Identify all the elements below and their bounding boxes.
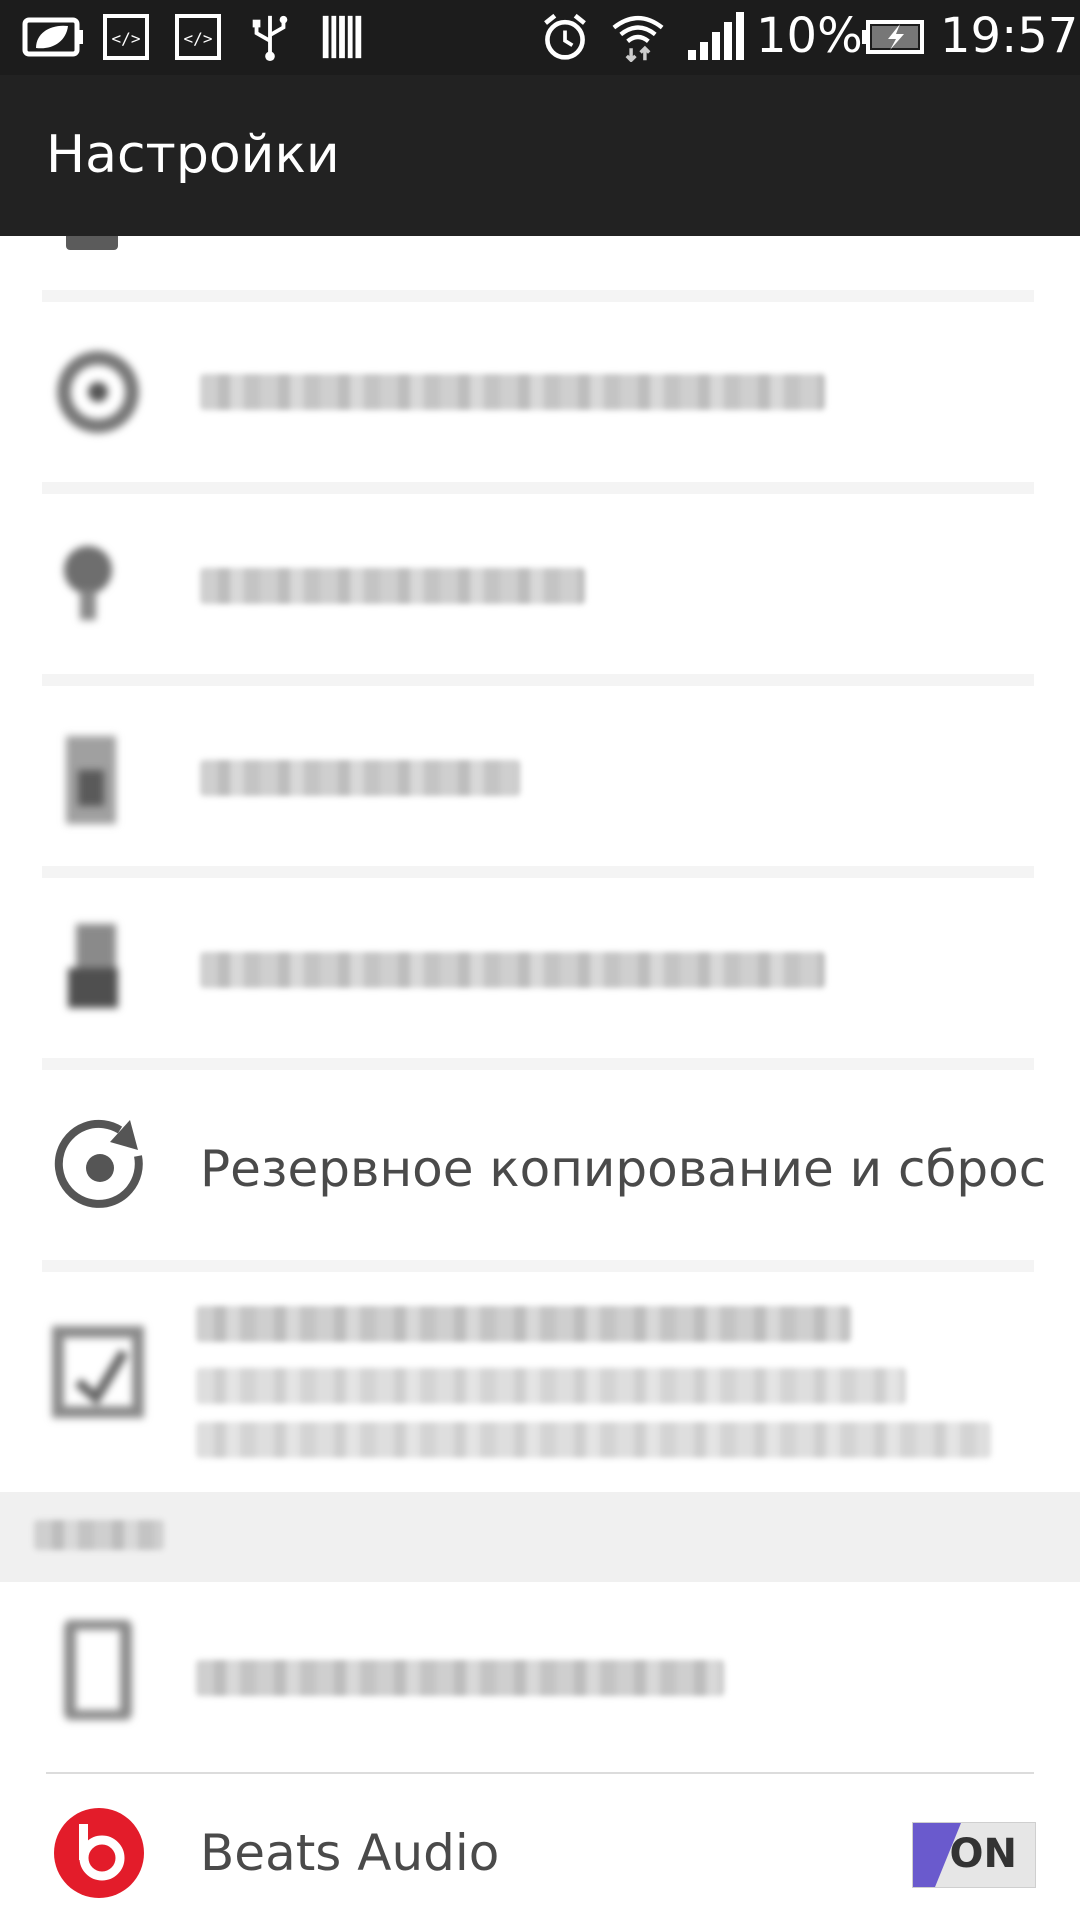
divider [42,674,1034,686]
clock-time: 19:57 [940,8,1079,64]
list-item[interactable] [0,1582,1080,1768]
section-header [0,1492,1080,1582]
code-icon: </> [175,14,221,60]
svg-text:</>: </> [112,29,141,48]
beats-audio-label: Beats Audio [200,1824,500,1882]
blurred-location-icon [64,546,112,620]
blurred-settings-icon [57,351,139,433]
beats-audio-item[interactable]: Beats Audio ON [0,1774,1080,1920]
blurred-lock-icon [66,736,116,824]
toggle-state-label: ON [949,1831,1017,1877]
beats-audio-toggle[interactable]: ON [912,1822,1036,1888]
usb-icon [252,15,288,62]
backup-reset-label: Резервное копирование и сброс [200,1140,1047,1198]
settings-list[interactable]: Резервное копирование и сброс Beats Audi… [0,236,1080,1920]
blurred-text [196,1368,906,1404]
battery-percent: 10% [756,8,863,64]
blurred-text [196,1660,724,1696]
blurred-phone-icon [64,1620,132,1720]
divider [42,1058,1034,1070]
status-bar: </> </> 10% 19:57 [0,0,1080,75]
svg-text:</>: </> [184,29,213,48]
leaf-battery-saver-icon [22,17,83,57]
list-item[interactable] [0,494,1080,674]
blurred-text [196,1422,991,1458]
list-item[interactable] [0,686,1080,866]
list-item[interactable] [0,878,1080,1058]
blurred-text [200,952,825,988]
battery-charging-icon [862,20,924,54]
alarm-icon [544,13,586,60]
blurred-accessibility-icon [68,924,118,1008]
backup-reset-icon [54,1119,143,1208]
divider [42,866,1034,878]
blurred-text [200,760,520,796]
code-icon: </> [103,14,149,60]
barcode-icon [322,15,362,59]
blurred-text [200,374,825,410]
action-bar: Настройки [0,75,1080,236]
backup-reset-item[interactable]: Резервное копирование и сброс [0,1070,1080,1260]
divider [42,482,1034,494]
list-item[interactable] [0,302,1080,482]
beats-logo-icon [54,1808,144,1898]
blurred-text [196,1306,851,1342]
divider [42,290,1034,302]
divider [42,1260,1034,1272]
page-title: Настройки [46,125,340,185]
blurred-section-title [34,1520,164,1550]
signal-icon [688,12,744,60]
list-item[interactable] [0,1272,1080,1482]
blurred-transfer-icon [52,1326,144,1418]
partial-item-icon [66,236,118,250]
blurred-text [200,568,585,604]
wifi-icon [612,15,664,62]
